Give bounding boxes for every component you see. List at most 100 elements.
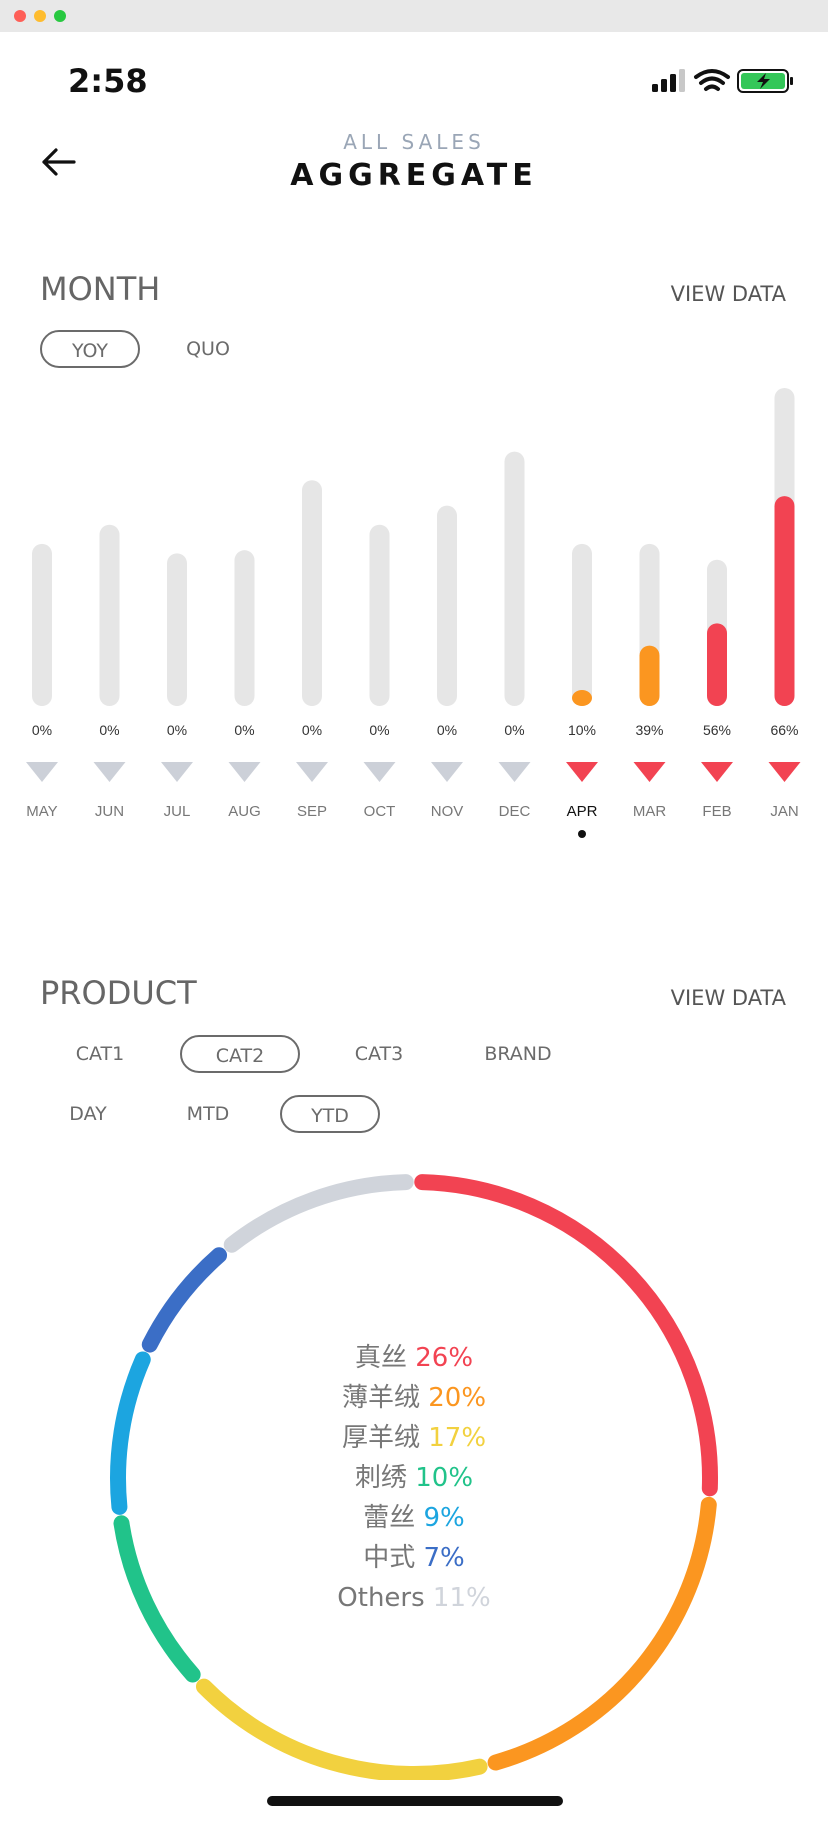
close-window-button[interactable] [14, 10, 26, 22]
category-tab-cat3[interactable]: CAT3 [334, 1035, 424, 1073]
bar-value-label-apr: 10% [568, 722, 596, 738]
legend-value: 7% [423, 1543, 465, 1573]
bar-track-oct [369, 524, 390, 706]
bar-value-label-nov: 0% [437, 722, 457, 738]
month-label-nov[interactable]: NOV [431, 803, 464, 820]
trend-down-arrow-icon [431, 762, 463, 782]
trend-down-arrow-icon [498, 762, 531, 782]
trend-down-arrow-icon [566, 762, 598, 782]
trend-down-arrow-icon [296, 762, 328, 782]
bar-fill-mar[interactable] [639, 645, 660, 706]
month-label-sep[interactable]: SEP [297, 803, 327, 820]
bar-value-label-dec: 0% [504, 722, 524, 738]
category-tab-brand[interactable]: BRAND [468, 1035, 568, 1073]
legend-row-thick-cashmere: 厚羊绒 17% [0, 1418, 828, 1458]
trend-down-arrow-icon [701, 762, 733, 782]
cellular-signal-icon [652, 69, 685, 92]
category-tab-cat1[interactable]: CAT1 [55, 1035, 145, 1073]
bar-value-label-may: 0% [32, 722, 52, 738]
bar-fill-jan[interactable] [774, 496, 795, 706]
bar-value-label-oct: 0% [369, 722, 389, 738]
bar-track-apr [572, 543, 592, 706]
trend-down-arrow-icon [363, 762, 396, 782]
legend-row-lace: 蕾丝 9% [0, 1498, 828, 1538]
selected-month-indicator [578, 830, 586, 838]
legend-value: 9% [423, 1503, 465, 1533]
month-label-jul[interactable]: JUL [164, 803, 191, 820]
bar-track-aug [234, 550, 255, 706]
period-tab-mtd[interactable]: MTD [168, 1095, 248, 1133]
legend-row-silk: 真丝 26% [0, 1338, 828, 1378]
minimize-window-button[interactable] [34, 10, 46, 22]
bar-fill-apr[interactable] [572, 690, 592, 706]
donut-legend: 真丝 26% 薄羊绒 20% 厚羊绒 17% 刺绣 10% 蕾丝 9% 中式 7… [0, 1338, 828, 1618]
trend-down-arrow-icon [633, 762, 666, 782]
legend-value: 26% [415, 1343, 474, 1373]
legend-name: 中式 [363, 1543, 416, 1573]
quo-toggle[interactable]: QUO [168, 330, 248, 368]
month-label-jan[interactable]: JAN [770, 803, 798, 820]
bar-value-label-aug: 0% [234, 722, 254, 738]
legend-row-others: Others 11% [0, 1578, 828, 1618]
legend-name: 薄羊绒 [341, 1383, 420, 1413]
window-titlebar [0, 0, 828, 32]
month-label-oct[interactable]: OCT [364, 803, 396, 820]
month-label-aug[interactable]: AUG [228, 803, 261, 820]
zoom-window-button[interactable] [54, 10, 66, 22]
wifi-icon [694, 69, 730, 91]
bar-value-label-jun: 0% [99, 722, 119, 738]
month-view-data-link[interactable]: VIEW DATA [671, 282, 786, 306]
donut-segment-2[interactable] [195, 1678, 488, 1780]
legend-row-thin-cashmere: 薄羊绒 20% [0, 1378, 828, 1418]
bar-track-sep [302, 480, 322, 706]
home-indicator [267, 1796, 563, 1806]
product-section-title: PRODUCT [40, 974, 197, 1012]
month-label-dec[interactable]: DEC [499, 803, 531, 820]
trend-down-arrow-icon [161, 762, 193, 782]
month-label-apr[interactable]: APR [567, 803, 598, 820]
month-section-title: MONTH [40, 270, 161, 308]
bar-value-label-jan: 66% [770, 722, 798, 738]
donut-segment-6[interactable] [223, 1174, 414, 1253]
page-title: AGGREGATE [290, 158, 538, 193]
battery-charging-icon [737, 69, 793, 93]
legend-value: 10% [415, 1463, 474, 1493]
product-view-data-link[interactable]: VIEW DATA [671, 986, 786, 1010]
legend-name: Others [337, 1583, 425, 1613]
bar-value-label-jul: 0% [167, 722, 187, 738]
bar-value-label-feb: 56% [703, 722, 731, 738]
legend-name: 蕾丝 [363, 1503, 416, 1533]
status-time: 2:58 [68, 62, 148, 100]
bar-fill-feb[interactable] [707, 623, 727, 706]
trend-down-arrow-icon [93, 762, 126, 782]
yoy-toggle[interactable]: YOY [40, 330, 140, 368]
legend-value: 11% [432, 1583, 491, 1613]
trend-down-arrow-icon [768, 762, 801, 782]
bar-track-nov [437, 505, 457, 706]
legend-name: 刺绣 [354, 1463, 407, 1493]
legend-name: 真丝 [354, 1343, 407, 1373]
category-tab-cat2[interactable]: CAT2 [180, 1035, 300, 1073]
bar-track-jun [99, 524, 120, 706]
period-tab-ytd[interactable]: YTD [280, 1095, 380, 1133]
legend-row-embroidery: 刺绣 10% [0, 1458, 828, 1498]
legend-value: 17% [428, 1423, 487, 1453]
month-label-mar[interactable]: MAR [633, 803, 667, 820]
legend-row-chinese-style: 中式 7% [0, 1538, 828, 1578]
monthly-bar-chart: 0% MAY 0% JUN 0% JUL 0% AUG 0% SEP 0% OCT 0% NOV 0% DEC… [26, 388, 801, 838]
header-subtitle: ALL SALES [343, 130, 485, 154]
month-label-may[interactable]: MAY [26, 803, 57, 820]
trend-down-arrow-icon [26, 762, 58, 782]
period-tab-day[interactable]: DAY [48, 1095, 128, 1133]
bar-track-may [32, 543, 52, 706]
bar-value-label-mar: 39% [635, 722, 663, 738]
bar-value-label-sep: 0% [302, 722, 322, 738]
legend-value: 20% [428, 1383, 487, 1413]
bar-track-jul [167, 553, 187, 706]
trend-down-arrow-icon [228, 762, 261, 782]
legend-name: 厚羊绒 [341, 1423, 420, 1453]
status-icons [652, 69, 793, 93]
donut-segment-5[interactable] [141, 1247, 228, 1353]
month-label-feb[interactable]: FEB [702, 803, 731, 820]
month-label-jun[interactable]: JUN [95, 803, 124, 820]
